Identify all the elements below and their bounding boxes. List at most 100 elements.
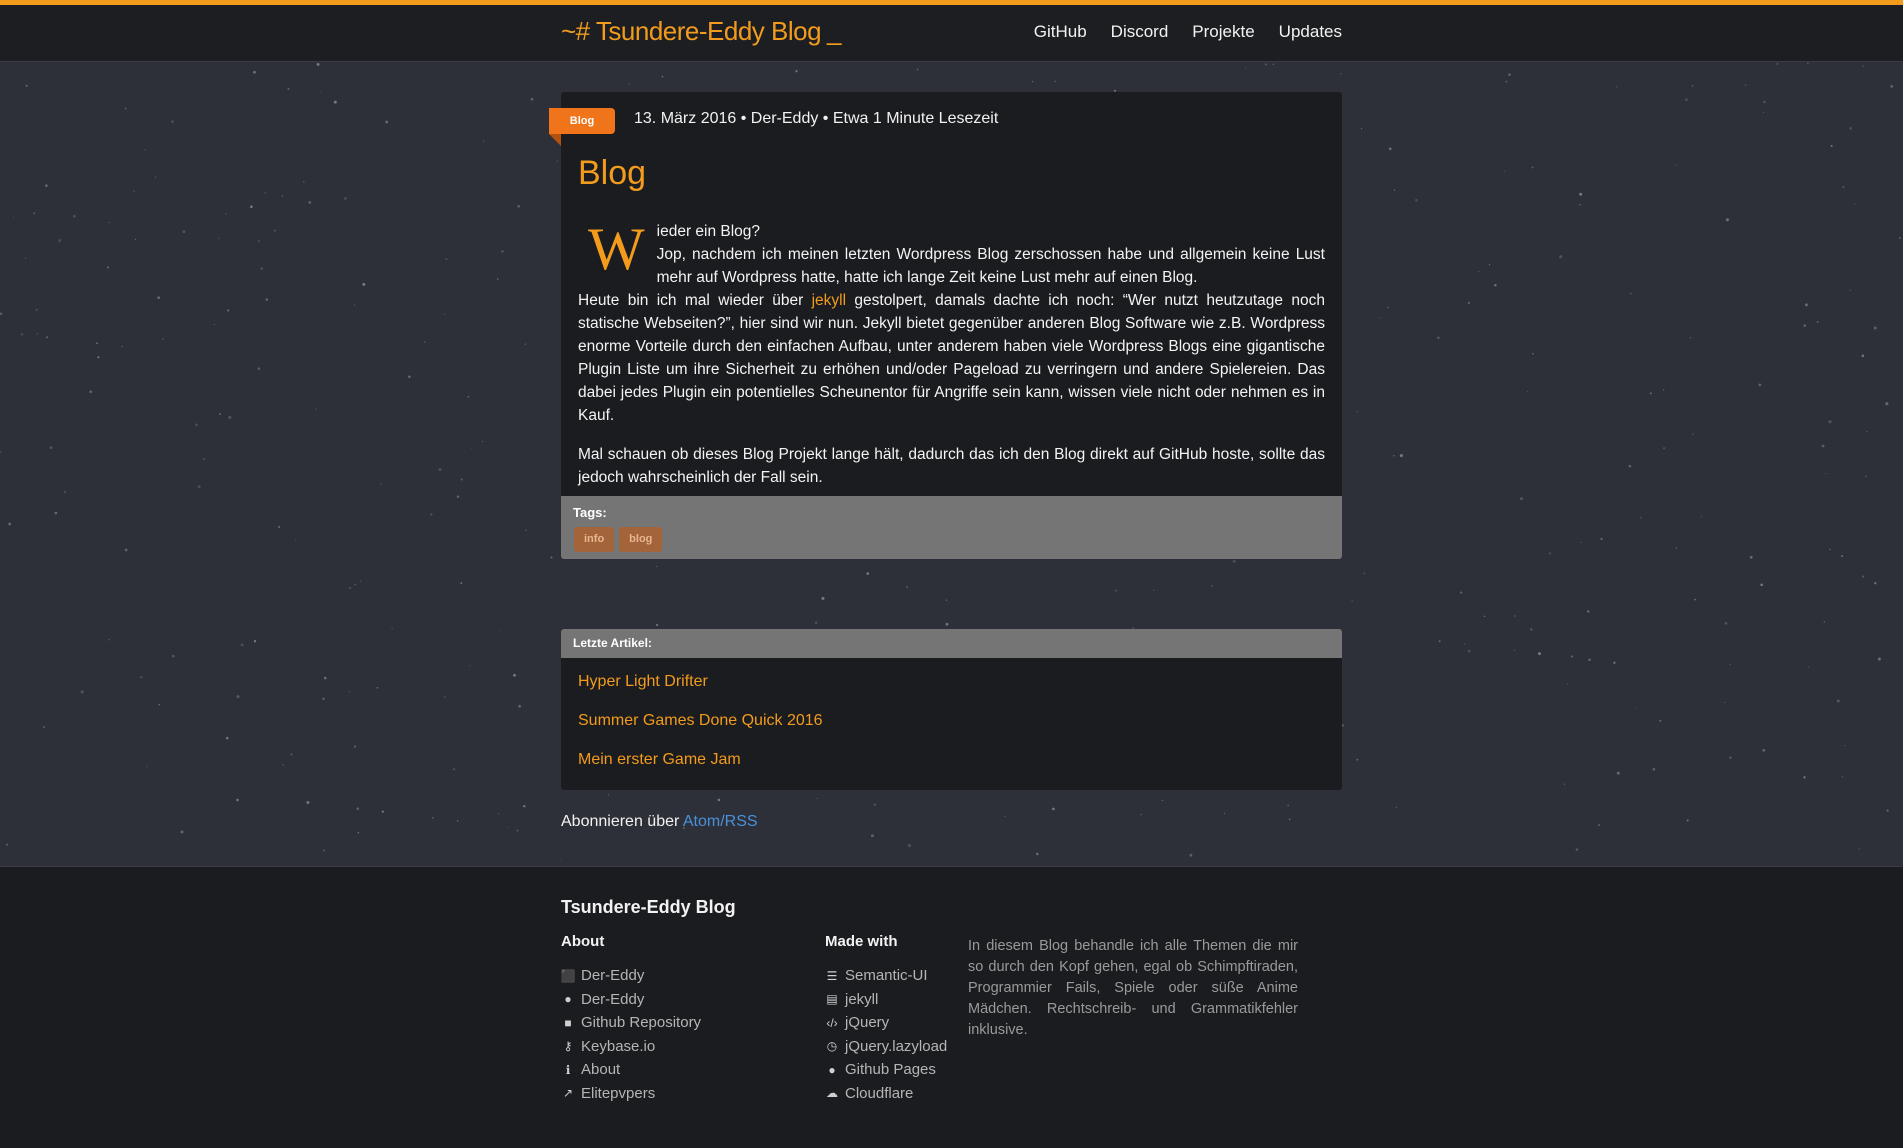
footer-about-column: About ⬛ Der-Eddy ● Der-Eddy ■ Github Reposi… xyxy=(561,933,702,1106)
star-dot xyxy=(1579,192,1583,196)
rss-link[interactable]: Atom/RSS xyxy=(683,813,758,830)
jekyll-link[interactable]: jekyll xyxy=(812,292,846,309)
star-dot xyxy=(444,696,446,698)
recent-article-link[interactable]: Summer Games Done Quick 2016 xyxy=(578,712,823,730)
star-dot xyxy=(121,345,123,348)
brand-cursor: _ xyxy=(827,16,842,46)
star-dot xyxy=(556,160,559,162)
star-dot xyxy=(1830,144,1833,147)
star-dot xyxy=(1675,547,1678,549)
star-dot xyxy=(1140,813,1142,816)
star-dot xyxy=(1272,63,1275,66)
star-dot xyxy=(1849,126,1853,130)
nav-github[interactable]: GitHub xyxy=(1034,22,1087,42)
star-dot xyxy=(1803,324,1807,327)
star-dot xyxy=(385,120,389,124)
category-ribbon[interactable]: Blog xyxy=(549,108,615,146)
footer-link-label: Github Pages xyxy=(845,1061,936,1079)
star-dot xyxy=(282,764,284,766)
star-dot xyxy=(445,258,448,261)
star-dot xyxy=(814,621,818,625)
star-dot xyxy=(1885,402,1889,406)
footer-link-steam[interactable]: ⬛ Der-Eddy xyxy=(561,964,701,988)
nav-discord[interactable]: Discord xyxy=(1111,22,1169,42)
footer-link-label: Cloudflare xyxy=(845,1084,914,1102)
star-dot xyxy=(1588,658,1591,661)
star-dot xyxy=(1762,748,1766,752)
star-dot xyxy=(467,395,470,398)
footer-link-github[interactable]: ● Der-Eddy xyxy=(561,988,701,1012)
star-dot xyxy=(1036,852,1039,856)
star-dot xyxy=(162,338,164,340)
star-dot xyxy=(456,495,460,499)
star-dot xyxy=(1821,444,1825,448)
footer-link-elitepvpers[interactable]: ↗ Elitepvpers xyxy=(561,1082,701,1106)
recent-article-link[interactable]: Hyper Light Drifter xyxy=(578,673,708,691)
footer-link-cloudflare[interactable]: ☁ Cloudflare xyxy=(825,1082,947,1106)
star-dot xyxy=(1898,237,1901,239)
footer-title: Tsundere-Eddy Blog xyxy=(561,897,736,917)
star-dot xyxy=(497,278,499,280)
star-dot xyxy=(1616,771,1620,775)
star-dot xyxy=(1575,848,1579,851)
star-dot xyxy=(5,843,9,846)
star-dot xyxy=(1862,575,1865,578)
nav-projekte[interactable]: Projekte xyxy=(1192,22,1254,42)
star-dot xyxy=(408,375,411,379)
star-dot xyxy=(1694,598,1696,601)
star-dot xyxy=(354,745,357,748)
nav-updates[interactable]: Updates xyxy=(1279,22,1342,42)
recent-article-link[interactable]: Mein erster Game Jam xyxy=(578,751,741,769)
star-dot xyxy=(1244,67,1246,69)
tag-info[interactable]: info xyxy=(574,527,615,552)
star-dot xyxy=(1689,336,1692,339)
footer-link-jquery-lazyload[interactable]: ◷ jQuery.lazyload xyxy=(825,1035,948,1059)
star-dot xyxy=(1803,776,1806,779)
site-brand[interactable]: ~# Tsundere-Eddy Blog _ xyxy=(561,16,842,47)
star-dot xyxy=(501,250,504,253)
star-dot xyxy=(1415,198,1418,202)
star-dot xyxy=(656,565,658,568)
star-dot xyxy=(460,478,463,481)
star-dot xyxy=(1054,80,1057,83)
star-dot xyxy=(1526,391,1528,393)
star-dot xyxy=(96,342,98,345)
star-dot xyxy=(1580,542,1582,544)
star-dot xyxy=(655,623,659,627)
star-dot xyxy=(607,793,610,796)
footer-link-github-repo[interactable]: ■ Github Repository xyxy=(561,1011,701,1035)
star-dot xyxy=(197,485,201,489)
star-dot xyxy=(1488,263,1491,266)
star-dot xyxy=(1686,819,1689,822)
star-dot xyxy=(89,390,92,394)
footer-link-jquery[interactable]: ‹/› jQuery xyxy=(825,1011,947,1035)
star-dot xyxy=(0,450,2,453)
star-dot xyxy=(0,312,3,316)
footer-link-github-pages[interactable]: ● Github Pages xyxy=(825,1058,947,1082)
steam-icon: ⬛ xyxy=(560,968,576,983)
star-dot xyxy=(1463,643,1466,646)
footer-link-about[interactable]: ℹ About xyxy=(561,1058,701,1082)
github-icon: ● xyxy=(564,992,572,1007)
footer-about-heading: About xyxy=(561,933,605,950)
footer-link-semantic-ui[interactable]: ☰ Semantic-UI xyxy=(825,964,947,988)
star-dot xyxy=(58,239,62,242)
star-dot xyxy=(357,832,360,834)
footer-link-jekyll[interactable]: ▤ jekyll xyxy=(825,988,947,1012)
star-dot xyxy=(460,582,463,584)
star-dot xyxy=(1675,164,1677,167)
star-dot xyxy=(97,356,100,359)
star-dot xyxy=(1630,292,1632,295)
footer-link-keybase[interactable]: ⚷ Keybase.io xyxy=(561,1035,701,1059)
github-icon: ● xyxy=(828,1062,836,1077)
star-dot xyxy=(525,529,527,531)
star-dot xyxy=(354,304,356,306)
brand-title[interactable]: ~# Tsundere-Eddy Blog xyxy=(561,16,822,46)
tag-blog[interactable]: blog xyxy=(619,527,663,552)
star-dot xyxy=(1530,628,1533,631)
star-dot xyxy=(273,229,276,232)
star-dot xyxy=(1640,516,1642,519)
star-dot xyxy=(1628,464,1632,468)
info-icon: ℹ xyxy=(565,1062,571,1077)
star-dot xyxy=(1649,392,1652,395)
